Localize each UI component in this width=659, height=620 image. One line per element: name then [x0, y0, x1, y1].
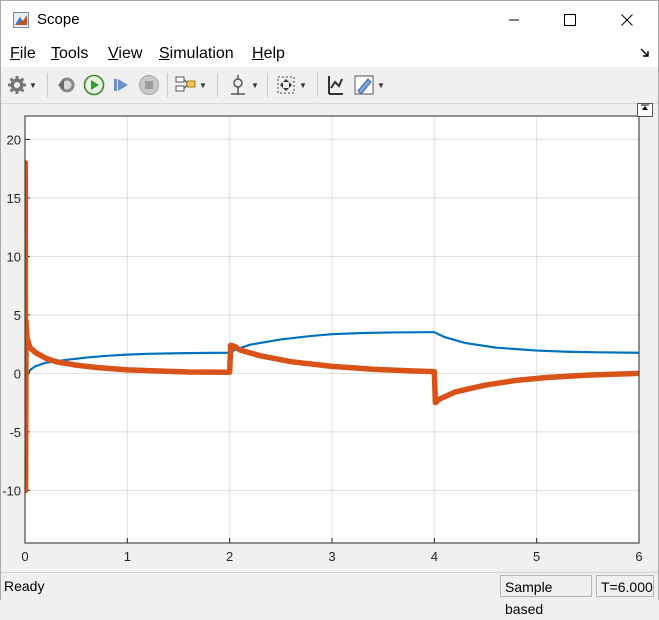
maximize-button[interactable] [542, 1, 598, 39]
gear-icon [8, 76, 26, 94]
minimize-button[interactable] [486, 1, 542, 39]
layout-icon [175, 76, 196, 92]
step-forward-button[interactable] [111, 73, 131, 97]
step-back-icon [58, 77, 75, 93]
x-tick-label: 3 [328, 549, 335, 564]
toolbar-separator [47, 73, 48, 97]
cursor-measure-button[interactable]: ▼ [227, 73, 259, 97]
y-tick-label: -5 [9, 425, 21, 440]
menu-simulation-label: imulation [169, 45, 234, 62]
plot-area: 0 1 2 3 4 5 6 -10 -5 0 5 10 15 20 [1, 104, 658, 570]
cursor-caret-icon[interactable]: ▼ [251, 81, 259, 90]
scale-axes-button[interactable] [325, 73, 345, 97]
step-forward-icon [114, 79, 128, 91]
y-tick-label: 5 [14, 308, 21, 323]
settings-caret-icon[interactable]: ▼ [29, 81, 37, 90]
menu-view-label: iew [118, 45, 143, 62]
menu-view-mnemonic: V [108, 45, 119, 62]
y-tick-label: 20 [7, 132, 21, 147]
settings-button[interactable]: ▼ [7, 73, 37, 97]
menu-simulation-mnemonic: S [159, 45, 170, 62]
menu-file-label: ile [19, 45, 36, 62]
menu-simulation[interactable]: Simulation [159, 45, 234, 63]
menu-help-label: elp [263, 45, 285, 62]
menu-help-mnemonic: H [252, 45, 264, 62]
scale-axes-icon [328, 76, 343, 95]
y-tick-label: -10 [2, 483, 21, 498]
dock-arrow-icon[interactable] [640, 48, 650, 58]
x-tick-label: 0 [21, 549, 28, 564]
menu-bar: File Tools View Simulation Help [1, 39, 658, 67]
layout-button[interactable]: ▼ [175, 73, 207, 97]
x-tick-label: 2 [226, 549, 233, 564]
y-tick-label: 10 [7, 249, 21, 264]
run-icon [83, 74, 105, 96]
x-tick-label: 1 [124, 549, 131, 564]
y-tick-label: 0 [14, 366, 21, 381]
scope-chart[interactable]: 0 1 2 3 4 5 6 -10 -5 0 5 10 15 20 [1, 104, 658, 570]
step-back-button[interactable] [56, 73, 76, 97]
maximize-icon [564, 14, 576, 26]
scope-window: Scope File Tools View Simulation Help ▼ [0, 0, 659, 617]
menu-tools-label: ools [59, 45, 89, 62]
cursor-icon [231, 75, 245, 95]
toolbar-separator [167, 73, 168, 97]
expand-icon [641, 104, 649, 110]
title-bar: Scope [1, 1, 658, 39]
window-title: Scope [37, 11, 80, 28]
highlight-button[interactable]: ▼ [353, 73, 385, 97]
minimize-icon [509, 19, 519, 21]
status-sample-mode: Sample based [500, 575, 592, 617]
status-ready: Ready [4, 578, 45, 594]
menu-tools-mnemonic: T [51, 45, 59, 62]
run-button[interactable] [83, 73, 105, 97]
toolbar-separator [217, 73, 218, 97]
matlab-logo-icon [13, 12, 29, 28]
stop-button[interactable] [138, 73, 160, 97]
toolbar: ▼ ▼ ▼ ▼ ▼ [1, 67, 658, 104]
close-button[interactable] [599, 1, 655, 39]
status-bar: Ready Sample based T=6.000 [1, 572, 658, 617]
x-tick-label: 5 [533, 549, 540, 564]
menu-view[interactable]: View [108, 45, 142, 63]
status-time: T=6.000 [596, 575, 654, 597]
close-icon [621, 14, 633, 26]
expand-button[interactable] [637, 103, 653, 117]
highlight-icon [354, 75, 374, 95]
menu-tools[interactable]: Tools [51, 45, 88, 63]
highlight-caret-icon[interactable]: ▼ [377, 81, 385, 90]
toolbar-separator [267, 73, 268, 97]
x-tick-label: 4 [431, 549, 438, 564]
zoom-fit-button[interactable]: ▼ [275, 73, 307, 97]
y-tick-label: 15 [7, 191, 21, 206]
menu-file-mnemonic: F [10, 45, 20, 62]
toolbar-separator [317, 73, 318, 97]
x-tick-label: 6 [635, 549, 642, 564]
layout-caret-icon[interactable]: ▼ [199, 81, 207, 90]
menu-file[interactable]: File [10, 45, 36, 63]
menu-help[interactable]: Help [252, 45, 285, 63]
stop-icon [139, 75, 159, 95]
zoom-caret-icon[interactable]: ▼ [299, 81, 307, 90]
zoom-fit-icon [277, 76, 295, 94]
